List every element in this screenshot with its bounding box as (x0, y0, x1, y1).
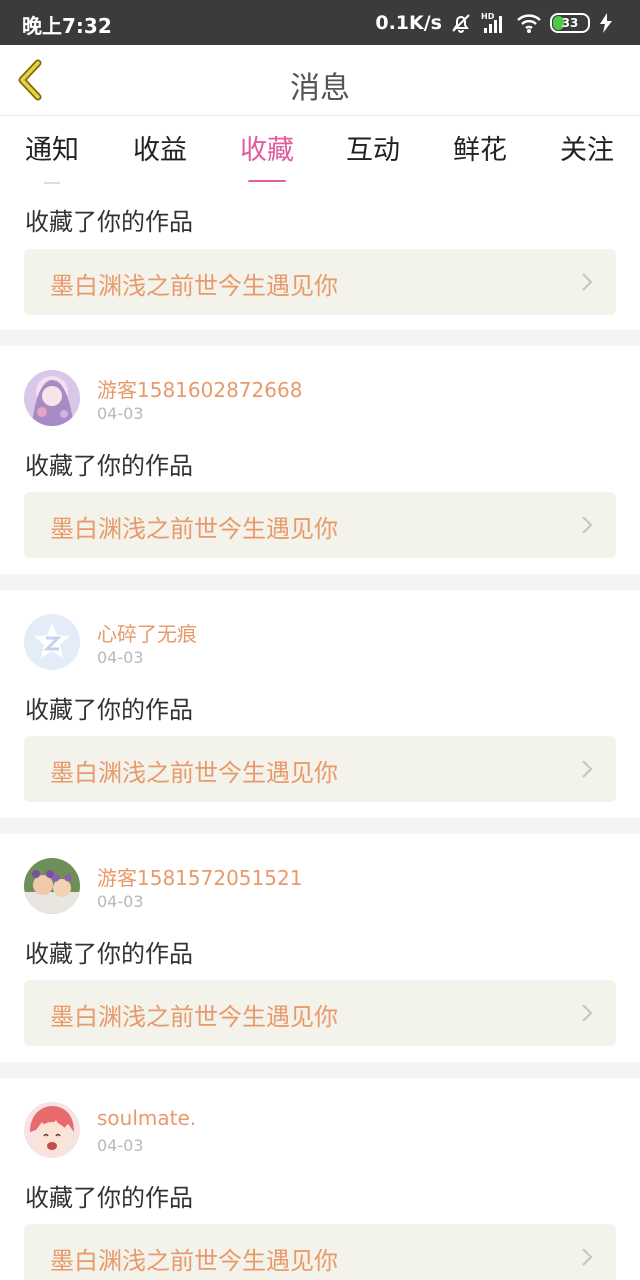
scrolled-date-fragment (44, 182, 60, 184)
message-list[interactable]: 收藏了你的作品 墨白渊浅之前世今生遇见你 游客1581602872668 04-… (0, 182, 640, 1280)
anime-girl-avatar-icon (24, 370, 80, 426)
net-speed: 0.1K/s (375, 12, 442, 34)
cartoon-avatar-icon (24, 1102, 80, 1158)
tab-label: 收益 (133, 135, 187, 166)
user-name[interactable]: 游客1581572051521 (97, 862, 302, 891)
mute-bell-icon (450, 12, 472, 34)
tab-notifications[interactable]: 通知 (25, 128, 79, 167)
avatar[interactable] (24, 858, 80, 914)
avatar[interactable] (24, 370, 80, 426)
battery-level: 33 (561, 16, 579, 30)
user-name[interactable]: 游客1581602872668 (97, 374, 302, 403)
message-action: 收藏了你的作品 (25, 940, 193, 968)
tab-interactions[interactable]: 互动 (346, 128, 400, 167)
avatar[interactable] (24, 1102, 80, 1158)
chevron-right-icon (582, 516, 593, 534)
work-link[interactable]: 墨白渊浅之前世今生遇见你 (24, 736, 616, 802)
work-link[interactable]: 墨白渊浅之前世今生遇见你 (24, 1224, 616, 1280)
chevron-right-icon (582, 1248, 593, 1266)
header: 消息 (0, 45, 640, 116)
avatar[interactable] (24, 614, 80, 670)
page-title: 消息 (290, 71, 350, 106)
work-title: 墨白渊浅之前世今生遇见你 (50, 1247, 338, 1275)
tab-bar: 通知 收益 收藏 互动 鲜花 关注 (0, 116, 640, 184)
chevron-right-icon (582, 273, 593, 291)
message-action: 收藏了你的作品 (25, 208, 193, 236)
qzone-default-avatar-icon (24, 614, 80, 670)
status-icons: 0.1K/s HD 33 (375, 10, 614, 36)
battery-icon: 33 (550, 13, 590, 33)
tab-flowers[interactable]: 鲜花 (453, 128, 507, 167)
chevron-right-icon (582, 1004, 593, 1022)
message-card: 游客1581602872668 04-03 收藏了你的作品 墨白渊浅之前世今生遇… (0, 346, 640, 574)
message-card: 收藏了你的作品 墨白渊浅之前世今生遇见你 (0, 182, 640, 330)
user-name[interactable]: 心碎了无痕 (97, 618, 197, 647)
message-date: 04-03 (97, 404, 144, 423)
tab-label: 关注 (560, 135, 614, 166)
work-title: 墨白渊浅之前世今生遇见你 (50, 515, 338, 543)
message-date: 04-03 (97, 1136, 144, 1155)
chevron-right-icon (582, 760, 593, 778)
work-link[interactable]: 墨白渊浅之前世今生遇见你 (24, 980, 616, 1046)
work-link[interactable]: 墨白渊浅之前世今生遇见你 (24, 249, 616, 315)
user-name[interactable]: soulmate. (97, 1106, 196, 1130)
tab-label: 通知 (25, 135, 79, 166)
work-title: 墨白渊浅之前世今生遇见你 (50, 272, 338, 300)
tab-earnings[interactable]: 收益 (133, 128, 187, 167)
tab-label: 鲜花 (453, 135, 507, 166)
work-title: 墨白渊浅之前世今生遇见你 (50, 759, 338, 787)
svg-text:HD: HD (481, 12, 495, 21)
message-action: 收藏了你的作品 (25, 1184, 193, 1212)
status-time: 晚上7:32 (22, 14, 112, 38)
photo-avatar-icon (24, 858, 80, 914)
message-action: 收藏了你的作品 (25, 452, 193, 480)
message-action: 收藏了你的作品 (25, 696, 193, 724)
message-card: 心碎了无痕 04-03 收藏了你的作品 墨白渊浅之前世今生遇见你 (0, 590, 640, 818)
tab-following[interactable]: 关注 (560, 128, 614, 167)
status-bar: 晚上7:32 0.1K/s HD 33 (0, 0, 640, 45)
wifi-icon (516, 12, 542, 34)
charging-icon (598, 12, 614, 34)
tab-label: 收藏 (240, 135, 294, 166)
message-date: 04-03 (97, 892, 144, 911)
message-card: 游客1581572051521 04-03 收藏了你的作品 墨白渊浅之前世今生遇… (0, 834, 640, 1062)
work-link[interactable]: 墨白渊浅之前世今生遇见你 (24, 492, 616, 558)
signal-hd-icon: HD (480, 11, 508, 35)
tab-favorites[interactable]: 收藏 (240, 128, 294, 184)
tab-label: 互动 (346, 135, 400, 166)
work-title: 墨白渊浅之前世今生遇见你 (50, 1003, 338, 1031)
message-card: soulmate. 04-03 收藏了你的作品 墨白渊浅之前世今生遇见你 (0, 1078, 640, 1280)
message-date: 04-03 (97, 648, 144, 667)
